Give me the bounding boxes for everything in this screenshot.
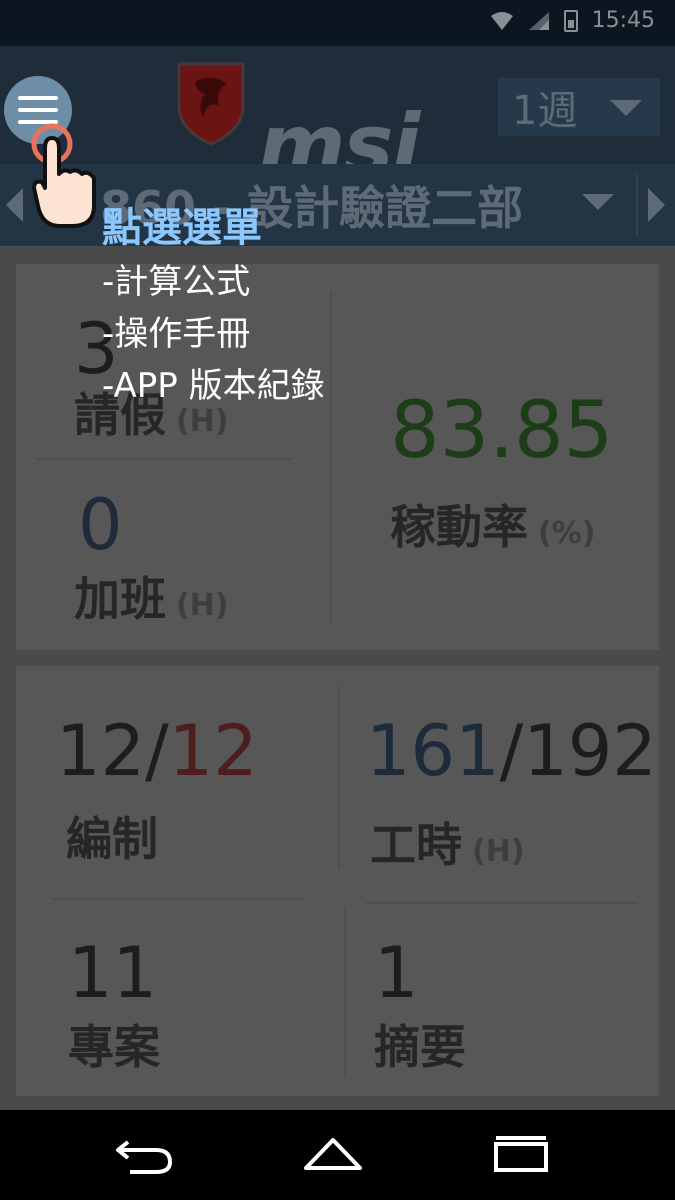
utilization-label-text: 稼動率 bbox=[390, 500, 528, 554]
overtime-label: 加班 (H) bbox=[74, 576, 229, 622]
divider bbox=[344, 906, 346, 1078]
hamburger-line bbox=[18, 108, 58, 112]
summary-label: 摘要 bbox=[374, 1020, 466, 1074]
department-dropdown-icon[interactable] bbox=[582, 194, 614, 210]
signal-icon bbox=[528, 11, 549, 30]
hours-separator: / bbox=[499, 710, 524, 792]
system-nav-bar bbox=[0, 1110, 675, 1200]
utilization-unit: (%) bbox=[538, 516, 596, 551]
resource-card[interactable]: 12/12 編制 161/192 工時 (H) 11 專案 1 摘要 bbox=[16, 666, 659, 1096]
wifi-icon bbox=[490, 11, 513, 30]
staffing-total: 12 bbox=[168, 710, 258, 792]
hours-unit: (H) bbox=[472, 834, 525, 869]
hours-label-text: 工時 bbox=[370, 818, 462, 872]
divider bbox=[636, 174, 638, 236]
period-selector[interactable]: 1週 bbox=[498, 78, 660, 136]
dragon-shield-logo bbox=[177, 62, 245, 146]
tip-item-version-history: -APP 版本紀錄 bbox=[102, 366, 325, 406]
next-department-icon[interactable] bbox=[648, 188, 665, 222]
staffing-label: 編制 bbox=[66, 812, 158, 866]
hamburger-line bbox=[18, 96, 58, 100]
home-icon[interactable] bbox=[302, 1132, 364, 1176]
divider bbox=[330, 292, 332, 622]
battery-icon bbox=[563, 9, 578, 32]
projects-value: 11 bbox=[68, 932, 158, 1014]
divider bbox=[36, 458, 292, 460]
hours-total: 192 bbox=[523, 710, 657, 792]
utilization-value: 83.85 bbox=[390, 386, 614, 476]
previous-department-icon[interactable] bbox=[6, 188, 23, 222]
utilization-label: 稼動率 (%) bbox=[390, 504, 595, 550]
tutorial-tip: 點選選單 -計算公式 -操作手冊 -APP 版本紀錄 bbox=[102, 200, 325, 412]
overtime-label-text: 加班 bbox=[74, 572, 166, 626]
clock: 15:45 bbox=[591, 8, 655, 33]
overtime-unit: (H) bbox=[176, 588, 229, 623]
projects-label: 專案 bbox=[68, 1020, 160, 1074]
divider bbox=[338, 686, 340, 868]
pointing-hand-icon bbox=[31, 123, 96, 228]
summary-value: 1 bbox=[374, 932, 419, 1014]
staffing-separator: / bbox=[145, 710, 169, 792]
overtime-value: 0 bbox=[78, 484, 123, 566]
hours-actual: 161 bbox=[366, 710, 500, 792]
staffing-value: 12/12 bbox=[56, 716, 258, 786]
status-icons: 15:45 bbox=[490, 8, 655, 33]
divider bbox=[52, 898, 302, 900]
tip-item-manual: -操作手冊 bbox=[102, 314, 251, 354]
tip-title: 點選選單 bbox=[102, 205, 262, 251]
status-bar: 15:45 bbox=[0, 0, 675, 46]
recent-apps-icon[interactable] bbox=[492, 1132, 550, 1176]
hours-value: 161/192 bbox=[366, 716, 657, 786]
tip-item-formula: -計算公式 bbox=[102, 262, 251, 302]
hours-label: 工時 (H) bbox=[370, 822, 525, 868]
chevron-down-icon bbox=[610, 100, 642, 116]
back-icon[interactable] bbox=[112, 1132, 176, 1176]
staffing-actual: 12 bbox=[56, 710, 146, 792]
period-label: 1週 bbox=[512, 88, 578, 134]
divider bbox=[366, 902, 638, 904]
